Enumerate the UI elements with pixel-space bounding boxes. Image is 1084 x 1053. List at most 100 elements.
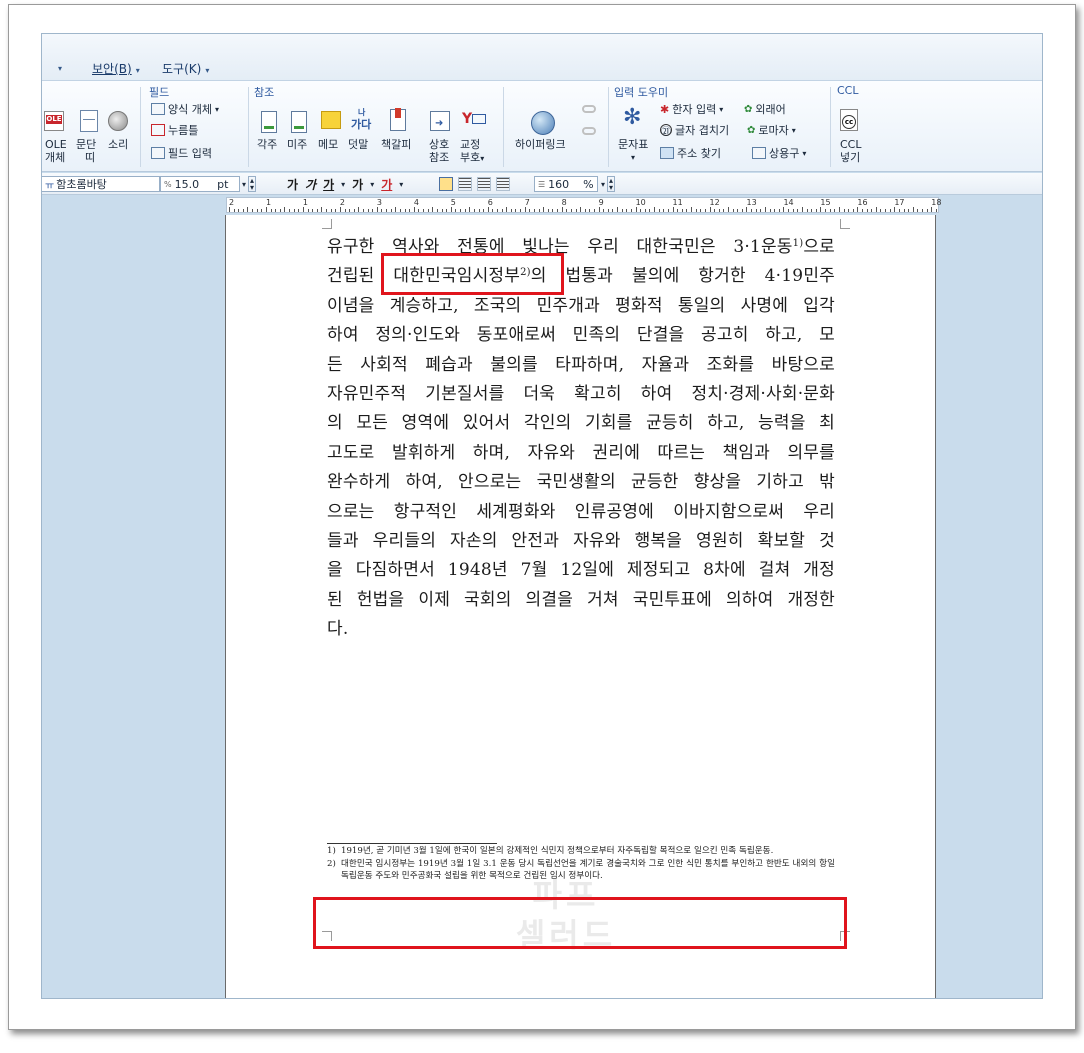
circle-char-icon: ㉑ bbox=[660, 124, 672, 138]
ruler-tick bbox=[252, 209, 254, 212]
font-size-spinner[interactable]: ▴ ▾ bbox=[248, 176, 257, 192]
ruler-tick bbox=[797, 209, 799, 212]
ruler-tick bbox=[376, 207, 378, 212]
justify-align-icon[interactable] bbox=[439, 177, 453, 191]
ruler-tick bbox=[594, 209, 595, 212]
hwp-window: ▾ 보안(B)▾ 도구(K)▾ OLE OLE 개체 문단 띠 소리 필드 bbox=[41, 33, 1043, 999]
ruler-tick bbox=[709, 207, 711, 212]
ruler-tick bbox=[829, 209, 831, 212]
body-line: 고도로 발휘하게 하며, 자유와 권리에 따르는 책임과 의무를 bbox=[327, 442, 835, 463]
bold-button[interactable]: 가 bbox=[287, 176, 298, 193]
ruler-number: 5 bbox=[450, 198, 456, 207]
ruler-tick bbox=[349, 209, 351, 212]
form-object-icon bbox=[151, 103, 165, 115]
ruler-tick bbox=[316, 209, 318, 212]
ruler-tick bbox=[894, 207, 896, 212]
ruler-tick bbox=[570, 209, 572, 212]
line-spacing-input[interactable]: ☰ 160% ▾ ▴ ▾ bbox=[534, 176, 616, 192]
ruler-tick bbox=[284, 207, 286, 212]
globe-link-icon bbox=[531, 111, 555, 135]
ruler-tick bbox=[691, 207, 693, 212]
footnote-ref-1[interactable]: 1) bbox=[793, 238, 804, 249]
ref-group-title: 참조 bbox=[254, 86, 275, 99]
romanize-button[interactable]: ✿ 로마자 ▾ bbox=[747, 122, 796, 138]
ruler-tick bbox=[686, 209, 688, 212]
ruler-tick bbox=[529, 209, 531, 212]
ruler-tick bbox=[432, 207, 434, 212]
font-size-input[interactable]: % 15.0 pt ▾ ▴ ▾ bbox=[160, 176, 257, 192]
ruler-tick bbox=[538, 209, 540, 212]
ruler-tick bbox=[617, 207, 619, 212]
ruler-tick bbox=[580, 207, 582, 212]
ruler-number: 10 bbox=[635, 198, 646, 207]
endnote-icon bbox=[291, 111, 307, 133]
ruler-tick bbox=[806, 209, 808, 212]
char-map-label: 문자표 bbox=[618, 138, 649, 151]
underline-button[interactable]: 가 bbox=[323, 176, 334, 193]
document-page[interactable]: 유구한 역사와 전통에 빛나는 우리 대한국민은 3·1운동1)으로 건립된 대… bbox=[225, 215, 936, 998]
ruler-tick bbox=[460, 209, 462, 212]
char-overlap-button[interactable]: ㉑ 글자 겹치기 bbox=[660, 122, 729, 138]
body-line: 자유민주적 기본질서를 더욱 확고히 하여 정치·경제·사회·문화 bbox=[327, 384, 835, 405]
ruler-tick bbox=[326, 209, 328, 212]
memo-icon bbox=[321, 111, 341, 129]
ruler-tick bbox=[598, 207, 600, 212]
proof-mark-label: 교정 bbox=[460, 138, 481, 151]
ruler-tick bbox=[390, 209, 392, 212]
field-group-title: 필드 bbox=[149, 86, 170, 99]
ruler-tick bbox=[741, 209, 743, 212]
ruler-tick bbox=[510, 209, 512, 212]
ruler-tick bbox=[367, 209, 369, 212]
menu-security[interactable]: 보안(B) ▾ bbox=[92, 60, 140, 77]
ruler-tick bbox=[672, 207, 674, 212]
ruler-tick bbox=[778, 209, 780, 212]
ole-icon: OLE bbox=[44, 111, 64, 131]
line-spacing-spinner[interactable]: ▴ ▾ bbox=[607, 176, 616, 192]
right-align-icon[interactable] bbox=[496, 177, 510, 191]
ccl-label: CCL bbox=[840, 138, 862, 151]
paragraph-band-label: 문단 bbox=[76, 138, 97, 151]
ruler-tick bbox=[441, 209, 443, 212]
ruler-tick bbox=[700, 209, 702, 212]
horizontal-ruler[interactable]: 2 1 1 2 3 4 5 6 7 8 9 10 11 12 13 14 15 16 17 18 bbox=[226, 197, 941, 213]
ruler-tick bbox=[386, 209, 388, 212]
left-align-icon[interactable] bbox=[458, 177, 472, 191]
font-select[interactable]: ㅠ함초롬바탕 ▾ bbox=[42, 176, 166, 192]
menu-tools[interactable]: 도구(K) ▾ bbox=[162, 60, 209, 77]
ruler-tick bbox=[788, 209, 790, 212]
crop-mark bbox=[322, 219, 332, 229]
footnote-area[interactable]: 1) 1919년, 곧 기미년 3월 1일에 한국이 일본의 강제적인 식민지 … bbox=[327, 846, 835, 884]
cross-ref-icon: ➜ bbox=[430, 111, 450, 131]
ruler-tick bbox=[755, 209, 757, 212]
ruler-tick bbox=[339, 207, 341, 212]
address-search-button[interactable]: 주소 찾기 bbox=[660, 145, 721, 161]
form-object-button[interactable]: 양식 개체 ▾ bbox=[151, 101, 219, 117]
char-map-dropdown-arrow[interactable]: ▾ bbox=[631, 151, 635, 164]
menu-overflow-arrow[interactable]: ▾ bbox=[54, 60, 62, 74]
foreign-word-button[interactable]: ✿ 외래어 bbox=[744, 101, 786, 117]
ruler-number: 12 bbox=[709, 198, 720, 207]
font-size-dropdown-arrow[interactable]: ▾ bbox=[242, 180, 246, 189]
ruler-tick bbox=[229, 207, 230, 212]
phrases-button[interactable]: 상용구 ▾ bbox=[752, 145, 806, 161]
ccl-label-2: 넣기 bbox=[840, 151, 861, 164]
ruler-tick bbox=[372, 209, 374, 212]
hanja-input-button[interactable]: ✱ 한자 입력 ▾ bbox=[660, 101, 723, 117]
font-color-button[interactable]: 가 bbox=[381, 176, 392, 193]
center-align-icon[interactable] bbox=[477, 177, 491, 191]
italic-button[interactable]: 가 bbox=[305, 176, 316, 193]
field-input-button[interactable]: 필드 입력 bbox=[151, 145, 212, 161]
link-icon bbox=[582, 105, 596, 113]
ruler-tick bbox=[603, 209, 605, 212]
ruler-tick bbox=[857, 207, 859, 212]
line-spacing-dropdown-arrow[interactable]: ▾ bbox=[601, 180, 605, 189]
click-here-button[interactable]: 누름틀 bbox=[151, 122, 198, 138]
ruler-number: 17 bbox=[894, 198, 905, 207]
ruler-tick bbox=[256, 209, 258, 212]
ruler-tick bbox=[885, 209, 887, 212]
ruler-tick bbox=[875, 207, 877, 212]
strikethrough-button[interactable]: 가 bbox=[352, 176, 363, 193]
ruler-number: 6 bbox=[487, 198, 493, 207]
ruler-tick bbox=[413, 207, 415, 212]
ruler-number: 2 bbox=[229, 198, 235, 207]
